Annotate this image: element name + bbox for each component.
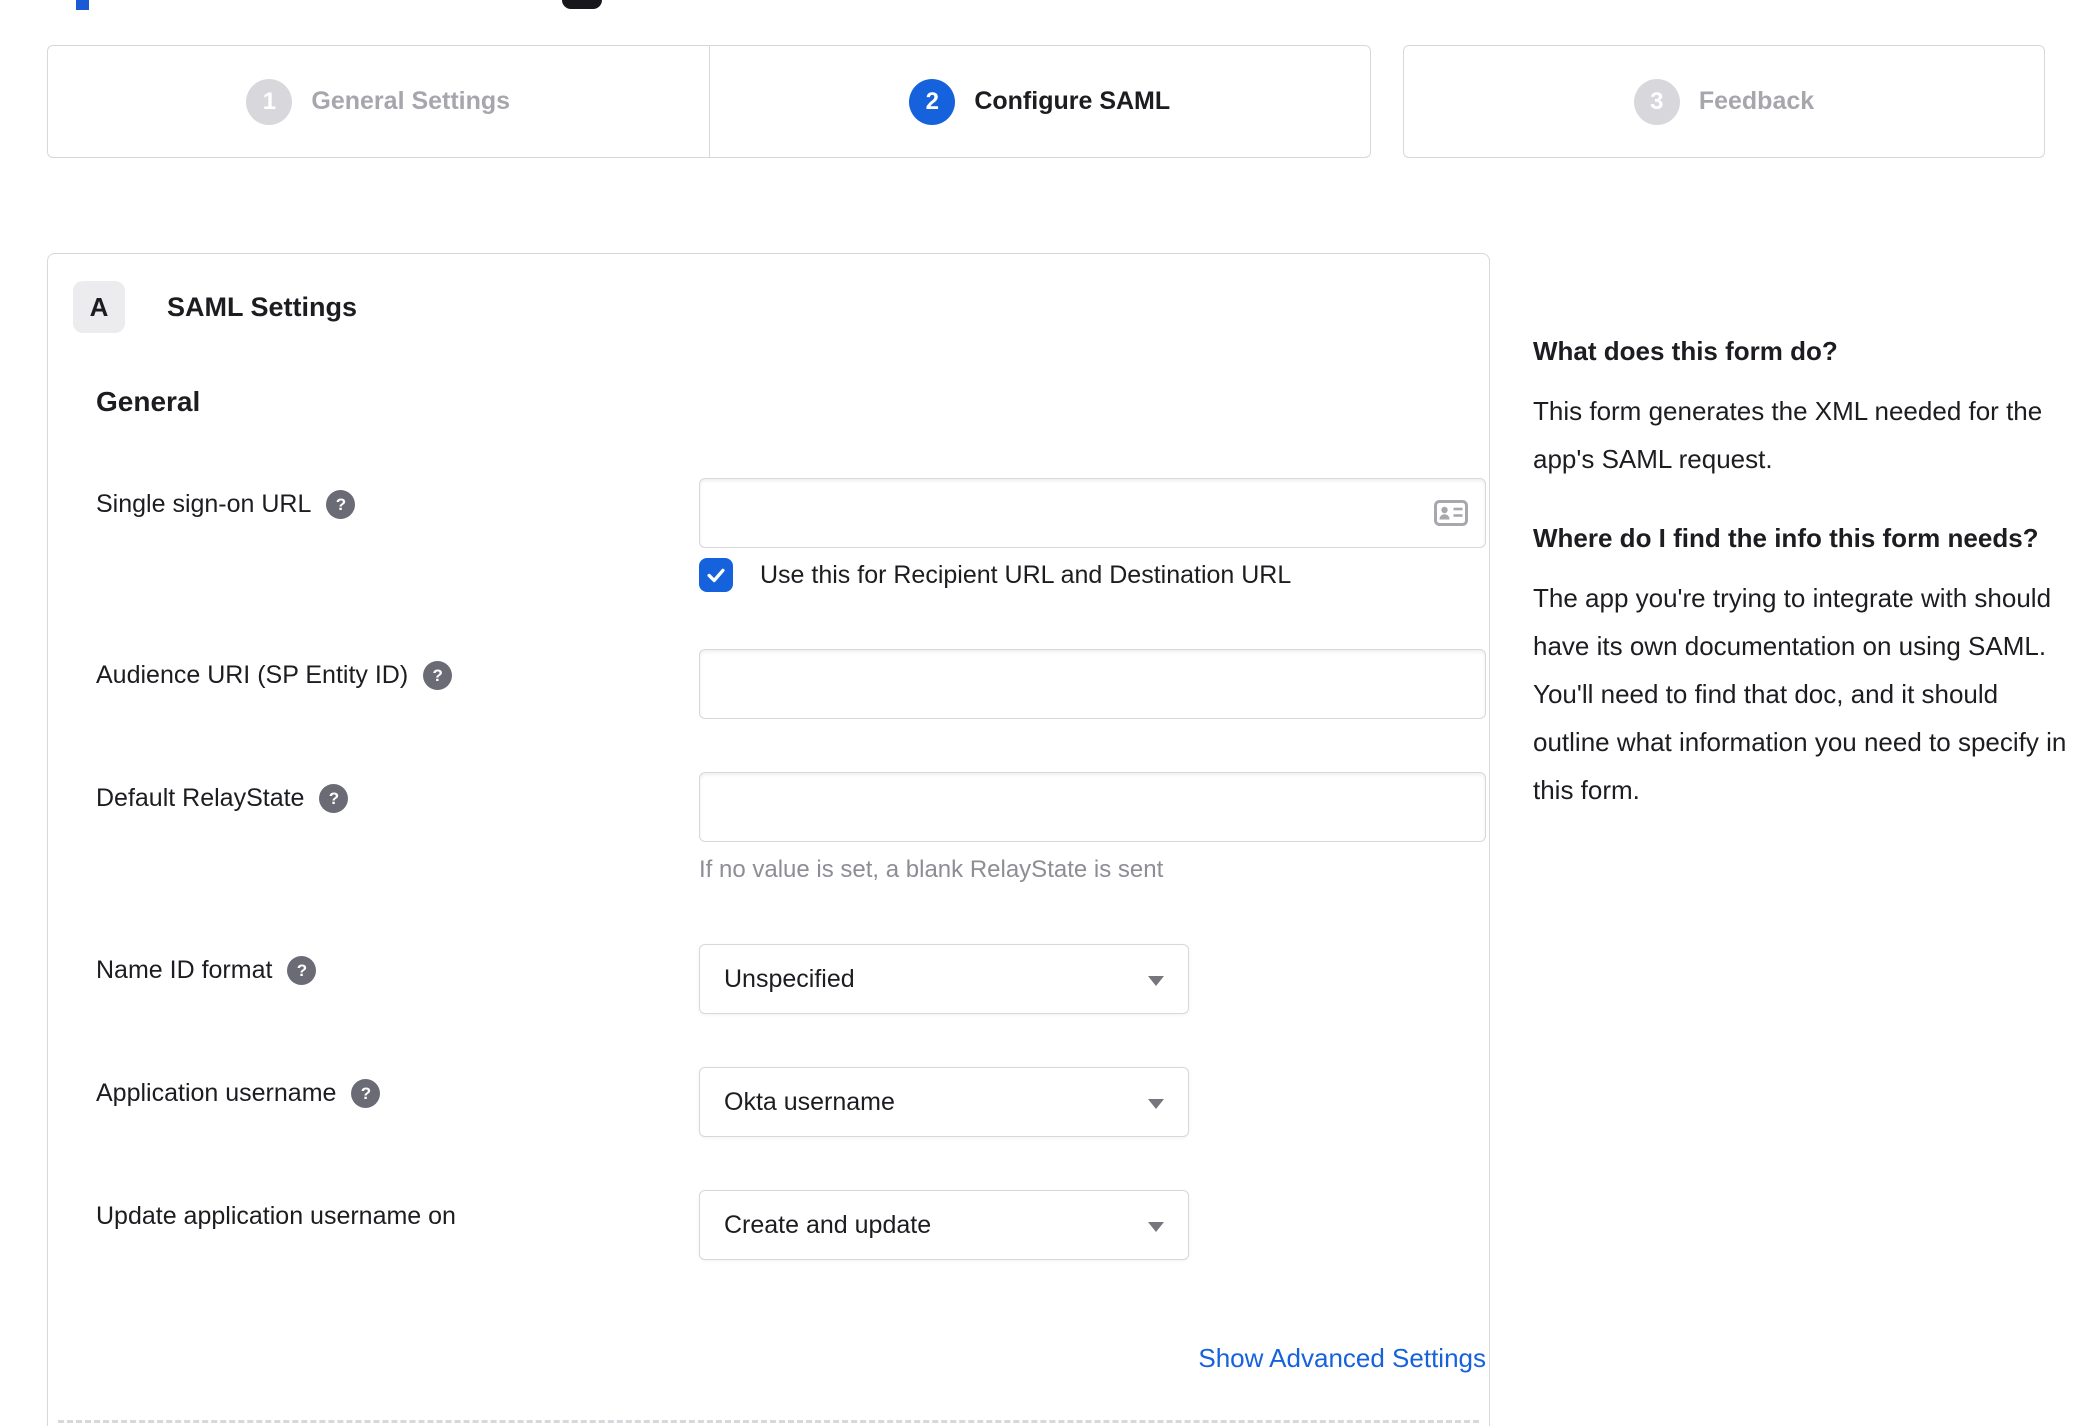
- audience-uri-input[interactable]: [699, 649, 1486, 719]
- application-username-select[interactable]: Okta username: [699, 1067, 1189, 1137]
- section-a-badge: A: [73, 281, 125, 333]
- cut-off-logo-fragment: [562, 0, 602, 9]
- wizard-stepper: 1 General Settings 2 Configure SAML: [47, 45, 1371, 158]
- name-id-format-help-icon[interactable]: ?: [287, 956, 317, 985]
- default-relaystate-label: Default RelayState: [96, 784, 305, 812]
- application-username-value: Okta username: [724, 1087, 895, 1116]
- step-3-circle: 3: [1633, 78, 1680, 125]
- card-header: A SAML Settings: [73, 281, 357, 333]
- sidebar-heading-where: Where do I find the info this form needs…: [1533, 523, 2039, 553]
- step-general-settings[interactable]: 1 General Settings: [48, 46, 709, 157]
- chevron-down-icon: [1148, 1099, 1164, 1109]
- audience-uri-label: Audience URI (SP Entity ID): [96, 661, 409, 689]
- sso-url-input[interactable]: [699, 478, 1486, 548]
- step-3-label: Feedback: [1698, 87, 1815, 115]
- help-sidebar: What does this form do? This form genera…: [1533, 328, 2081, 846]
- show-advanced-settings-link[interactable]: Show Advanced Settings: [699, 1343, 1486, 1374]
- name-id-format-select[interactable]: Unspecified: [699, 944, 1189, 1014]
- default-relaystate-help-icon[interactable]: ?: [319, 784, 349, 813]
- update-app-username-value: Create and update: [724, 1210, 932, 1239]
- update-app-username-label: Update application username on: [96, 1202, 456, 1230]
- chevron-down-icon: [1148, 976, 1164, 986]
- name-id-format-value: Unspecified: [724, 964, 855, 993]
- wizard-stepper-feedback: 3 Feedback: [1403, 45, 2045, 158]
- card-title: SAML Settings: [167, 291, 358, 322]
- sso-url-help-icon[interactable]: ?: [326, 490, 356, 519]
- step-feedback[interactable]: 3 Feedback: [1404, 46, 2044, 157]
- recipient-destination-checkbox-label: Use this for Recipient URL and Destinati…: [760, 560, 1292, 589]
- sidebar-heading-what: What does this form do?: [1533, 336, 1838, 366]
- sidebar-body-what: This form generates the XML needed for t…: [1533, 396, 2043, 474]
- step-2-label: Configure SAML: [974, 87, 1171, 115]
- dashed-divider: [58, 1420, 1479, 1423]
- checkmark-icon: [707, 568, 725, 583]
- audience-uri-help-icon[interactable]: ?: [423, 661, 453, 690]
- cut-off-blue-fragment: [76, 0, 89, 10]
- saml-settings-card: A SAML Settings General Single sign-on U…: [47, 253, 1490, 1426]
- page: 1 General Settings 2 Configure SAML 3 Fe…: [0, 0, 2092, 1426]
- step-2-circle: 2: [909, 78, 956, 125]
- name-id-format-label: Name ID format: [96, 956, 273, 984]
- step-1-circle: 1: [246, 78, 293, 125]
- relaystate-hint: If no value is set, a blank RelayState i…: [699, 856, 1164, 883]
- application-username-label: Application username: [96, 1079, 337, 1107]
- contact-card-icon: [1434, 500, 1468, 526]
- sso-url-label: Single sign-on URL: [96, 490, 312, 518]
- recipient-destination-checkbox[interactable]: [699, 558, 733, 592]
- sidebar-body-where: The app you're trying to integrate with …: [1533, 583, 2067, 805]
- step-1-label: General Settings: [311, 87, 511, 115]
- update-app-username-select[interactable]: Create and update: [699, 1190, 1189, 1260]
- default-relaystate-input[interactable]: [699, 772, 1486, 842]
- application-username-help-icon[interactable]: ?: [351, 1079, 381, 1108]
- step-configure-saml[interactable]: 2 Configure SAML: [708, 46, 1371, 157]
- general-section-heading: General: [96, 386, 201, 417]
- chevron-down-icon: [1148, 1222, 1164, 1232]
